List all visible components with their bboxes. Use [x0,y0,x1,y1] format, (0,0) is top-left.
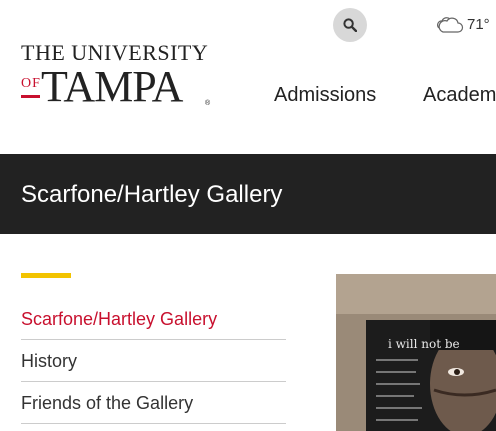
university-logo[interactable]: THE UNIVERSITY OF TAMPA ® [21,42,213,112]
cloudy-icon [437,17,464,33]
site-header: THE UNIVERSITY OF TAMPA ® 71° Admissions… [0,0,496,154]
logo-registered-mark: ® [205,100,211,107]
logo-red-bar [21,95,40,98]
page-banner: Scarfone/Hartley Gallery [0,154,496,234]
nav-item-academics[interactable]: Academ [423,84,496,107]
artwork-photo: i will not be [336,274,496,431]
artwork-handwriting: i will not be [388,337,460,351]
logo-line-university: THE UNIVERSITY [21,40,209,65]
section-subnav: Scarfone/Hartley Gallery History Friends… [21,298,286,424]
logo-tampa: TAMPA [41,62,183,111]
subnav-item-scarfone-hartley-gallery[interactable]: Scarfone/Hartley Gallery [21,298,286,340]
subnav-item-friends-of-the-gallery[interactable]: Friends of the Gallery [21,382,286,424]
search-button[interactable] [333,8,367,42]
nav-item-admissions[interactable]: Admissions [274,84,376,107]
subnav-item-history[interactable]: History [21,340,286,382]
logo-of: OF [21,76,41,91]
gallery-artwork-image: i will not be [336,274,496,431]
weather-temperature: 71° [467,16,490,33]
search-icon [343,18,357,32]
accent-bar [21,273,71,278]
page-title: Scarfone/Hartley Gallery [21,181,283,208]
